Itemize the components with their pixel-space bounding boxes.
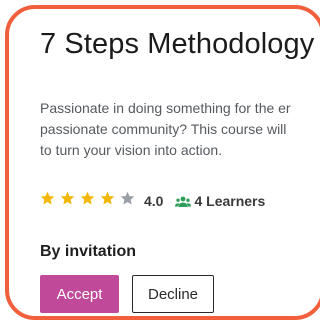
star-filled-icon bbox=[40, 191, 55, 205]
access-type: By invitation bbox=[40, 243, 137, 260]
course-card: 7 Steps Methodology Passionate in doing … bbox=[5, 5, 320, 320]
description-line: passionate community? This course will bbox=[40, 121, 287, 137]
rating-row: 4.0 4 Learners bbox=[40, 190, 265, 212]
course-description: Passionate in doing something for the er… bbox=[40, 98, 291, 161]
star-filled-icon bbox=[100, 191, 115, 205]
star-filled-icon bbox=[60, 191, 75, 205]
description-line: to turn your vision into action. bbox=[40, 142, 223, 158]
rating-value: 4.0 bbox=[144, 193, 164, 209]
course-title[interactable]: 7 Steps Methodology bbox=[40, 28, 314, 61]
description-line: Passionate in doing something for the er bbox=[40, 100, 291, 116]
decline-button[interactable]: Decline bbox=[132, 275, 214, 313]
accept-button[interactable]: Accept bbox=[40, 275, 119, 313]
star-empty-icon bbox=[120, 191, 135, 205]
users-icon bbox=[175, 195, 192, 207]
learners-count: 4 Learners bbox=[194, 193, 266, 209]
star-filled-icon bbox=[80, 191, 95, 205]
star-rating bbox=[40, 191, 140, 211]
